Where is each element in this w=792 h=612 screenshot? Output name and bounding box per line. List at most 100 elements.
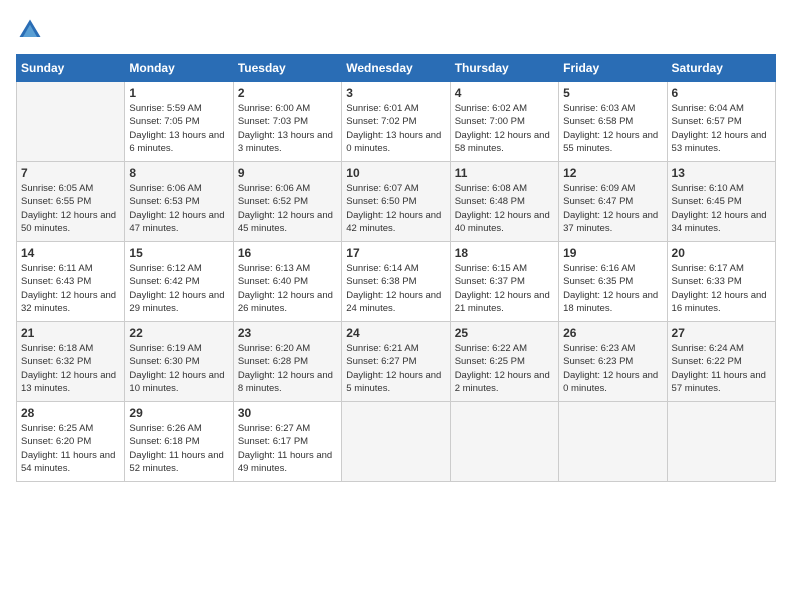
cell-sun-info: Sunrise: 6:11 AMSunset: 6:43 PMDaylight:… [21, 262, 120, 315]
cell-sun-info: Sunrise: 6:20 AMSunset: 6:28 PMDaylight:… [238, 342, 337, 395]
calendar-week-2: 7 Sunrise: 6:05 AMSunset: 6:55 PMDaylight… [17, 162, 776, 242]
cell-date-number: 17 [346, 246, 445, 260]
cell-date-number: 30 [238, 406, 337, 420]
cell-sun-info: Sunrise: 6:15 AMSunset: 6:37 PMDaylight:… [455, 262, 554, 315]
cell-date-number: 4 [455, 86, 554, 100]
cell-sun-info: Sunrise: 6:18 AMSunset: 6:32 PMDaylight:… [21, 342, 120, 395]
calendar-cell: 5 Sunrise: 6:03 AMSunset: 6:58 PMDaylight… [559, 82, 667, 162]
calendar-cell: 7 Sunrise: 6:05 AMSunset: 6:55 PMDaylight… [17, 162, 125, 242]
calendar-cell: 20 Sunrise: 6:17 AMSunset: 6:33 PMDayligh… [667, 242, 775, 322]
cell-date-number: 3 [346, 86, 445, 100]
logo-icon [16, 16, 44, 44]
cell-date-number: 14 [21, 246, 120, 260]
calendar-cell: 27 Sunrise: 6:24 AMSunset: 6:22 PMDayligh… [667, 322, 775, 402]
cell-date-number: 16 [238, 246, 337, 260]
cell-date-number: 26 [563, 326, 662, 340]
col-header-saturday: Saturday [667, 55, 775, 82]
calendar-cell: 3 Sunrise: 6:01 AMSunset: 7:02 PMDaylight… [342, 82, 450, 162]
calendar-cell: 13 Sunrise: 6:10 AMSunset: 6:45 PMDayligh… [667, 162, 775, 242]
cell-sun-info: Sunrise: 6:24 AMSunset: 6:22 PMDaylight:… [672, 342, 771, 395]
calendar-cell: 17 Sunrise: 6:14 AMSunset: 6:38 PMDayligh… [342, 242, 450, 322]
calendar-cell: 24Sunrise: 6:21 AMSunset: 6:27 PMDayligh… [342, 322, 450, 402]
calendar-cell: 1 Sunrise: 5:59 AMSunset: 7:05 PMDaylight… [125, 82, 233, 162]
cell-sun-info: Sunrise: 6:23 AMSunset: 6:23 PMDaylight:… [563, 342, 662, 395]
col-header-friday: Friday [559, 55, 667, 82]
col-header-tuesday: Tuesday [233, 55, 341, 82]
cell-sun-info: Sunrise: 6:10 AMSunset: 6:45 PMDaylight:… [672, 182, 771, 235]
col-header-monday: Monday [125, 55, 233, 82]
calendar-cell: 23 Sunrise: 6:20 AMSunset: 6:28 PMDayligh… [233, 322, 341, 402]
calendar-cell: 8 Sunrise: 6:06 AMSunset: 6:53 PMDaylight… [125, 162, 233, 242]
cell-date-number: 5 [563, 86, 662, 100]
cell-date-number: 25 [455, 326, 554, 340]
calendar-cell: 22Sunrise: 6:19 AMSunset: 6:30 PMDayligh… [125, 322, 233, 402]
cell-sun-info: Sunrise: 6:26 AMSunset: 6:18 PMDaylight:… [129, 422, 228, 475]
calendar-cell: 19Sunrise: 6:16 AMSunset: 6:35 PMDayligh… [559, 242, 667, 322]
cell-sun-info: Sunrise: 6:05 AMSunset: 6:55 PMDaylight:… [21, 182, 120, 235]
calendar-cell: 28Sunrise: 6:25 AMSunset: 6:20 PMDayligh… [17, 402, 125, 482]
cell-date-number: 1 [129, 86, 228, 100]
cell-date-number: 27 [672, 326, 771, 340]
cell-date-number: 13 [672, 166, 771, 180]
cell-sun-info: Sunrise: 6:13 AMSunset: 6:40 PMDaylight:… [238, 262, 337, 315]
cell-date-number: 23 [238, 326, 337, 340]
calendar-cell: 11Sunrise: 6:08 AMSunset: 6:48 PMDayligh… [450, 162, 558, 242]
cell-sun-info: Sunrise: 6:17 AMSunset: 6:33 PMDaylight:… [672, 262, 771, 315]
calendar-cell: 2 Sunrise: 6:00 AMSunset: 7:03 PMDaylight… [233, 82, 341, 162]
cell-sun-info: Sunrise: 5:59 AMSunset: 7:05 PMDaylight:… [129, 102, 228, 155]
cell-sun-info: Sunrise: 6:22 AMSunset: 6:25 PMDaylight:… [455, 342, 554, 395]
cell-sun-info: Sunrise: 6:02 AMSunset: 7:00 PMDaylight:… [455, 102, 554, 155]
calendar-cell: 9 Sunrise: 6:06 AMSunset: 6:52 PMDaylight… [233, 162, 341, 242]
cell-sun-info: Sunrise: 6:06 AMSunset: 6:53 PMDaylight:… [129, 182, 228, 235]
cell-sun-info: Sunrise: 6:00 AMSunset: 7:03 PMDaylight:… [238, 102, 337, 155]
cell-sun-info: Sunrise: 6:27 AMSunset: 6:17 PMDaylight:… [238, 422, 337, 475]
cell-date-number: 22 [129, 326, 228, 340]
calendar-cell [667, 402, 775, 482]
calendar-cell: 26 Sunrise: 6:23 AMSunset: 6:23 PMDayligh… [559, 322, 667, 402]
cell-sun-info: Sunrise: 6:01 AMSunset: 7:02 PMDaylight:… [346, 102, 445, 155]
calendar-cell [17, 82, 125, 162]
cell-date-number: 8 [129, 166, 228, 180]
calendar-cell: 14 Sunrise: 6:11 AMSunset: 6:43 PMDayligh… [17, 242, 125, 322]
calendar-cell: 30 Sunrise: 6:27 AMSunset: 6:17 PMDayligh… [233, 402, 341, 482]
calendar-cell [342, 402, 450, 482]
cell-date-number: 20 [672, 246, 771, 260]
cell-date-number: 19 [563, 246, 662, 260]
calendar-cell: 21 Sunrise: 6:18 AMSunset: 6:32 PMDayligh… [17, 322, 125, 402]
calendar-cell: 15 Sunrise: 6:12 AMSunset: 6:42 PMDayligh… [125, 242, 233, 322]
cell-sun-info: Sunrise: 6:21 AMSunset: 6:27 PMDaylight:… [346, 342, 445, 395]
cell-sun-info: Sunrise: 6:09 AMSunset: 6:47 PMDaylight:… [563, 182, 662, 235]
calendar-cell: 12Sunrise: 6:09 AMSunset: 6:47 PMDayligh… [559, 162, 667, 242]
calendar-header-row: SundayMondayTuesdayWednesdayThursdayFrid… [17, 55, 776, 82]
calendar-week-4: 21 Sunrise: 6:18 AMSunset: 6:32 PMDayligh… [17, 322, 776, 402]
calendar-cell: 16 Sunrise: 6:13 AMSunset: 6:40 PMDayligh… [233, 242, 341, 322]
calendar-cell: 18 Sunrise: 6:15 AMSunset: 6:37 PMDayligh… [450, 242, 558, 322]
cell-date-number: 10 [346, 166, 445, 180]
cell-date-number: 11 [455, 166, 554, 180]
cell-sun-info: Sunrise: 6:25 AMSunset: 6:20 PMDaylight:… [21, 422, 120, 475]
cell-date-number: 18 [455, 246, 554, 260]
calendar-cell [559, 402, 667, 482]
cell-date-number: 7 [21, 166, 120, 180]
cell-date-number: 29 [129, 406, 228, 420]
cell-sun-info: Sunrise: 6:14 AMSunset: 6:38 PMDaylight:… [346, 262, 445, 315]
cell-sun-info: Sunrise: 6:06 AMSunset: 6:52 PMDaylight:… [238, 182, 337, 235]
calendar-cell: 29 Sunrise: 6:26 AMSunset: 6:18 PMDayligh… [125, 402, 233, 482]
cell-date-number: 6 [672, 86, 771, 100]
col-header-thursday: Thursday [450, 55, 558, 82]
cell-date-number: 2 [238, 86, 337, 100]
calendar-cell: 25 Sunrise: 6:22 AMSunset: 6:25 PMDayligh… [450, 322, 558, 402]
calendar-table: SundayMondayTuesdayWednesdayThursdayFrid… [16, 54, 776, 482]
calendar-cell [450, 402, 558, 482]
calendar-cell: 10 Sunrise: 6:07 AMSunset: 6:50 PMDayligh… [342, 162, 450, 242]
cell-sun-info: Sunrise: 6:12 AMSunset: 6:42 PMDaylight:… [129, 262, 228, 315]
calendar-week-5: 28Sunrise: 6:25 AMSunset: 6:20 PMDayligh… [17, 402, 776, 482]
calendar-week-1: 1 Sunrise: 5:59 AMSunset: 7:05 PMDaylight… [17, 82, 776, 162]
cell-date-number: 21 [21, 326, 120, 340]
cell-date-number: 9 [238, 166, 337, 180]
cell-date-number: 15 [129, 246, 228, 260]
cell-sun-info: Sunrise: 6:04 AMSunset: 6:57 PMDaylight:… [672, 102, 771, 155]
cell-sun-info: Sunrise: 6:07 AMSunset: 6:50 PMDaylight:… [346, 182, 445, 235]
cell-sun-info: Sunrise: 6:03 AMSunset: 6:58 PMDaylight:… [563, 102, 662, 155]
calendar-cell: 6 Sunrise: 6:04 AMSunset: 6:57 PMDaylight… [667, 82, 775, 162]
